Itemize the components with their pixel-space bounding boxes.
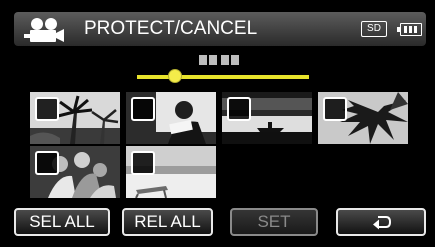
thumbnail-palm-leaves[interactable] bbox=[318, 92, 408, 144]
release-all-button[interactable]: REL ALL bbox=[122, 208, 213, 236]
select-checkbox[interactable] bbox=[131, 97, 155, 121]
set-button[interactable]: SET bbox=[230, 208, 318, 236]
page-indicator-icon bbox=[199, 55, 239, 65]
thumbnail-beach-chair[interactable] bbox=[126, 146, 216, 198]
thumbnail-palm-trees[interactable] bbox=[30, 92, 120, 144]
title-bar: PROTECT/CANCEL SD bbox=[14, 12, 426, 46]
battery-icon bbox=[397, 23, 422, 36]
thumbnail-family-group[interactable] bbox=[30, 146, 120, 198]
video-camera-icon bbox=[24, 18, 64, 42]
back-button[interactable] bbox=[336, 208, 426, 236]
screen-title: PROTECT/CANCEL bbox=[84, 18, 258, 39]
page-slider-knob[interactable] bbox=[168, 69, 182, 83]
sd-card-indicator: SD bbox=[361, 21, 387, 37]
select-all-button[interactable]: SEL ALL bbox=[14, 208, 110, 236]
select-checkbox[interactable] bbox=[131, 151, 155, 175]
select-checkbox[interactable] bbox=[35, 97, 59, 121]
select-checkbox[interactable] bbox=[227, 97, 251, 121]
select-checkbox[interactable] bbox=[323, 97, 347, 121]
page-slider-track[interactable] bbox=[137, 75, 309, 79]
return-arrow-icon bbox=[373, 216, 392, 230]
thumbnail-reading-person[interactable] bbox=[126, 92, 216, 144]
thumbnail-lake-boat[interactable] bbox=[222, 92, 312, 144]
protect-cancel-screen: PROTECT/CANCEL SD SEL ALL REL ALL SET bbox=[0, 0, 435, 247]
select-checkbox[interactable] bbox=[35, 151, 59, 175]
